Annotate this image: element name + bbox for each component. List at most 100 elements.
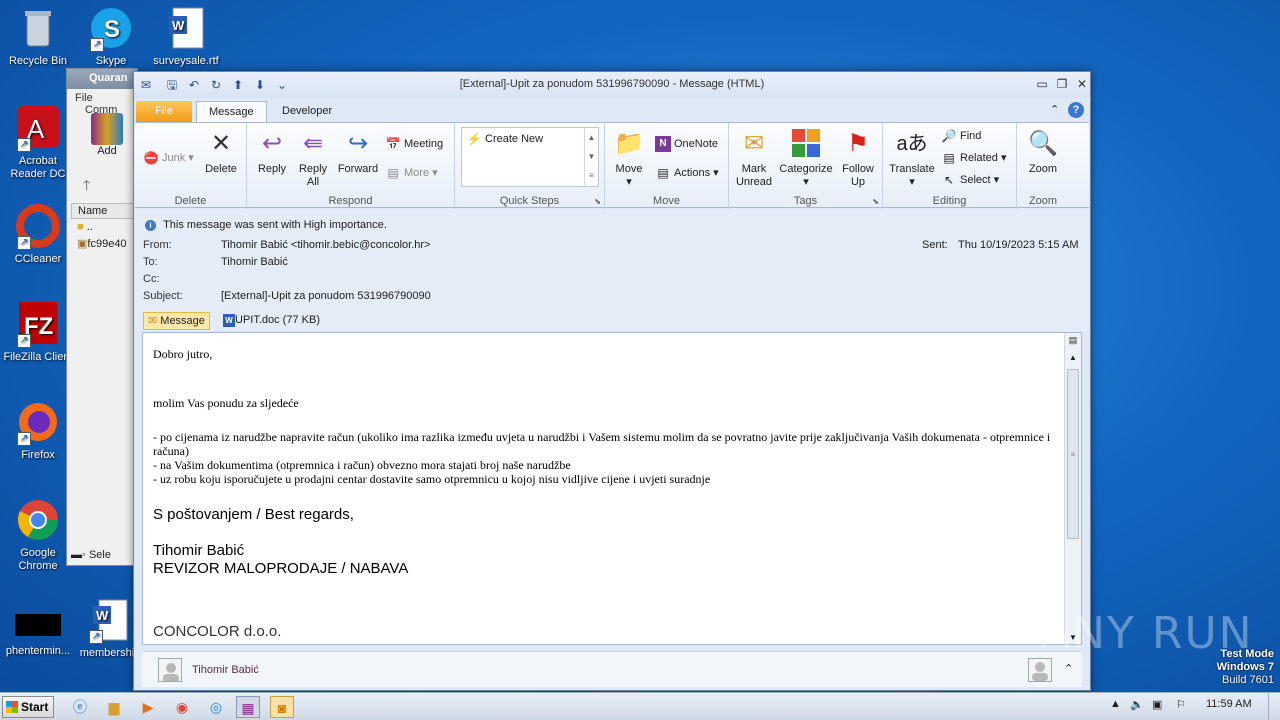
from-value[interactable]: Tihomir Babić <tihomir.bebic@concolor.hr… [221,239,430,251]
onenote-button[interactable]: N OneNote [655,135,718,153]
shortcut-arrow-icon: ↗ [17,236,31,250]
attachment-bar: ✉ Message W UPIT.doc (77 KB) [135,310,1089,331]
folder-icon: ■ [77,221,84,233]
find-button[interactable]: 🔎 Find [941,127,982,145]
body-line: - uz robu koju isporučujete u prodajni c… [153,472,711,486]
related-button[interactable]: ▤ Related ▾ [941,149,1006,167]
desktop-icon-skype[interactable]: S ↗ Skype [73,6,149,68]
show-desktop-button[interactable] [1268,693,1280,720]
tab-developer[interactable]: Developer [270,101,344,122]
dialog-launcher-icon[interactable]: ⬊ [872,197,879,206]
firefox-icon: ↗ [15,400,61,446]
taskbar-clock[interactable]: 11:59 AM [1206,698,1252,710]
scroll-up-icon[interactable]: ▲ [1065,353,1081,362]
expand-people-pane-icon[interactable]: ⌃ [1064,662,1073,675]
desktop-icon-recycle-bin[interactable]: Recycle Bin [0,6,76,68]
taskbar-winrar-icon[interactable]: ▦ [236,696,260,718]
reply-all-button[interactable]: ⇚ Reply All [293,128,333,189]
to-value[interactable]: Tihomir Babić [221,256,288,268]
categorize-button[interactable]: Categorize ▾ [777,128,835,189]
contact-avatar[interactable] [158,658,182,682]
winrar-titlebar[interactable]: Quaran [67,69,137,89]
actions-button[interactable]: ▤ Actions ▾ [655,164,718,182]
collapse-ribbon-icon[interactable]: ⌃ [1050,103,1059,116]
window-titlebar[interactable]: ✉ 🖫 ↶ ↻ ⬆ ⬇ ⌄ [External]-Upit za ponudom… [134,72,1090,98]
tab-message[interactable]: Message [196,101,267,122]
contact-avatar-right[interactable] [1028,658,1052,682]
desktop-icon-acrobat[interactable]: A ↗ Acrobat Reader DC [0,106,76,181]
desktop-icon-phentermin[interactable]: phentermin... [0,612,76,658]
move-button[interactable]: 📁 Move ▾ [609,128,649,189]
group-label-zoom: Zoom [1028,195,1058,207]
scroll-thumb[interactable]: ≡ [1067,369,1079,539]
tray-volume-icon[interactable]: 🔈 [1130,698,1144,711]
close-icon[interactable]: ✕ [1074,76,1090,92]
desktop-icon-surveysale[interactable]: W surveysale.rtf [148,6,224,68]
filezilla-icon: FZ ↗ [15,302,61,348]
zoom-button[interactable]: 🔍 Zoom [1023,128,1063,176]
winrar-row-file[interactable]: ▣fc99e40 [77,237,127,250]
contact-name[interactable]: Tihomir Babić [192,664,259,676]
reply-all-icon: ⇚ [302,130,324,157]
delete-button[interactable]: ✕ Delete [201,128,241,176]
winrar-add-button[interactable]: Add [89,113,125,157]
winrar-column-name[interactable]: Name [78,205,107,217]
translate-button[interactable]: aあ Translate ▾ [885,128,939,189]
restore-icon[interactable]: ❐ [1054,76,1070,92]
winrar-window[interactable]: Quaran File Comm Add 🡑 Name ■ .. ▣fc99e4… [66,68,138,566]
desktop-icon-chrome[interactable]: Google Chrome [0,498,76,573]
svg-text:W: W [172,18,185,33]
group-move: 📁 Move ▾ N OneNote ▤ Actions ▾ Move [605,123,729,209]
mark-unread-button[interactable]: ✉ Mark Unread [731,128,777,189]
message-body[interactable]: Dobro jutro, molim Vas ponudu za sljedeć… [142,332,1082,645]
reply-icon: ↩ [261,130,283,157]
help-icon[interactable]: ? [1068,102,1084,118]
categorize-icon [790,128,822,160]
follow-up-button[interactable]: ⚑ Follow Up [835,128,881,189]
winrar-menu-file[interactable]: File [75,92,93,104]
reply-button[interactable]: ↩ Reply [253,128,291,176]
desktop-icon-filezilla[interactable]: FZ ↗ FileZilla Client [0,302,76,364]
tray-flag-icon[interactable]: ⚐ [1176,698,1186,711]
body-greeting: Dobro jutro, [153,347,213,361]
dialog-launcher-icon[interactable]: ⬊ [594,197,601,206]
taskbar-chrome-icon[interactable]: ◉ [170,696,194,718]
start-button[interactable]: Start [2,696,54,718]
recycle-bin-icon [15,6,61,52]
more-button[interactable]: ▤ More ▾ [385,164,437,182]
taskbar-explorer-icon[interactable]: ▆ [102,696,126,718]
attachment-message-tab[interactable]: ✉ Message [143,312,210,330]
outlook-message-window[interactable]: ✉ 🖫 ↶ ↻ ⬆ ⬇ ⌄ [External]-Upit za ponudom… [133,71,1091,691]
taskbar-edge-icon[interactable]: ◎ [204,696,228,718]
group-tags: ✉ Mark Unread Categorize ▾ ⚑ Follow Up Ta… [729,123,883,209]
sent-label: Sent: [922,239,948,251]
tray-network-icon[interactable]: ▣ [1152,698,1162,711]
taskbar-outlook-icon[interactable]: ◙ [270,696,294,718]
taskbar-ie-icon[interactable]: ⓔ [68,696,92,718]
people-pane: Tihomir Babić ⌃ [142,651,1082,687]
minimize-icon[interactable]: ▭ [1034,76,1050,92]
winrar-archive-icon [91,113,123,145]
up-arrow-icon[interactable]: 🡑 [83,175,90,199]
group-zoom: 🔍 Zoom Zoom [1017,123,1069,209]
attachment-file[interactable]: W UPIT.doc (77 KB) [219,312,324,330]
desktop-icon-firefox[interactable]: ↗ Firefox [0,400,76,462]
winrar-row-up[interactable]: ■ .. [77,221,93,233]
tray-expand-icon[interactable]: ▲ [1110,698,1121,710]
envelope-icon: ✉ [148,315,158,327]
word-document-icon: W [223,314,235,327]
junk-button[interactable]: ⛔ Junk ▾ [143,149,194,167]
vertical-scrollbar[interactable]: ▤ ▲ ≡ ▼ [1064,333,1081,644]
onenote-icon: N [655,136,671,153]
drive-icon: ▬◦ [71,549,86,561]
tab-file[interactable]: File [136,101,192,122]
gallery-scroll[interactable]: ▲ ▼ ≡ [584,128,598,186]
info-icon: i [145,220,156,231]
forward-button[interactable]: ↪ Forward [335,128,381,176]
desktop-icon-ccleaner[interactable]: ↗ CCleaner [0,204,76,266]
quick-steps-gallery[interactable]: ⚡ Create New ▲ ▼ ≡ [461,127,599,187]
select-button[interactable]: ↖ Select ▾ [941,171,999,189]
taskbar-media-player-icon[interactable]: ▶ [136,696,160,718]
create-new-quickstep[interactable]: ⚡ Create New [466,130,544,148]
meeting-button[interactable]: 📅 Meeting [385,135,444,153]
